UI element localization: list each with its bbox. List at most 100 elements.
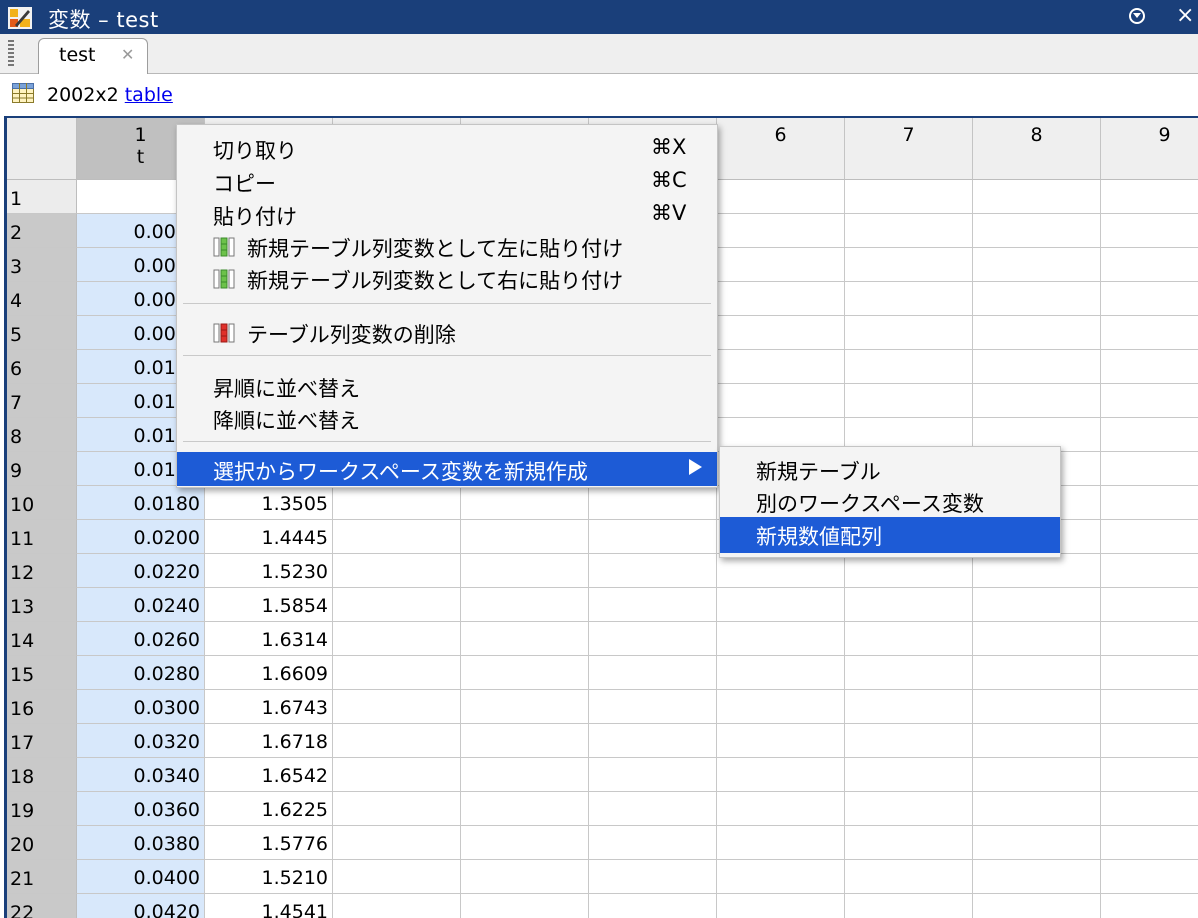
table-cell[interactable] <box>717 656 845 690</box>
table-cell[interactable] <box>589 826 717 860</box>
column-header-9[interactable]: 9 <box>1101 118 1198 180</box>
column-header-7[interactable]: 7 <box>845 118 973 180</box>
row-header[interactable]: 3 <box>7 248 77 282</box>
table-cell[interactable] <box>1101 282 1198 316</box>
table-cell[interactable] <box>589 520 717 554</box>
table-cell[interactable]: 1.6718 <box>205 724 333 758</box>
table-cell[interactable] <box>1101 622 1198 656</box>
row-header[interactable]: 1 <box>7 180 77 214</box>
tab-test[interactable]: test ✕ <box>38 38 148 74</box>
menu-item-delete-column[interactable]: テーブル列変数の削除 <box>177 317 717 347</box>
table-cell[interactable] <box>333 520 461 554</box>
table-cell[interactable] <box>845 622 973 656</box>
table-cell[interactable] <box>461 554 589 588</box>
table-cell[interactable] <box>589 486 717 520</box>
menu-item-sort-ascending[interactable]: 昇順に並べ替え <box>177 371 717 401</box>
row-header[interactable]: 15 <box>7 656 77 690</box>
table-cell[interactable] <box>973 588 1101 622</box>
menu-item-copy[interactable]: コピー ⌘C <box>177 166 717 196</box>
table-cell[interactable] <box>973 316 1101 350</box>
table-cell[interactable]: 1.4445 <box>205 520 333 554</box>
table-cell[interactable] <box>973 894 1101 918</box>
table-cell[interactable] <box>973 758 1101 792</box>
table-cell[interactable] <box>717 724 845 758</box>
table-cell[interactable] <box>1101 452 1198 486</box>
table-cell[interactable]: 0.0220 <box>77 554 205 588</box>
row-header[interactable]: 17 <box>7 724 77 758</box>
table-cell[interactable]: 0.0360 <box>77 792 205 826</box>
table-cell[interactable] <box>333 792 461 826</box>
table-cell[interactable] <box>589 758 717 792</box>
table-cell[interactable] <box>973 248 1101 282</box>
grip-handle-icon[interactable] <box>8 40 14 66</box>
table-cell[interactable] <box>973 656 1101 690</box>
table-cell[interactable] <box>845 350 973 384</box>
row-header[interactable]: 18 <box>7 758 77 792</box>
table-cell[interactable] <box>845 792 973 826</box>
table-cell[interactable] <box>973 860 1101 894</box>
table-cell[interactable] <box>845 282 973 316</box>
table-cell[interactable]: 1.4541 <box>205 894 333 918</box>
row-header[interactable]: 9 <box>7 452 77 486</box>
table-cell[interactable] <box>461 860 589 894</box>
table-cell[interactable] <box>1101 792 1198 826</box>
table-cell[interactable] <box>717 214 845 248</box>
table-cell[interactable] <box>1101 860 1198 894</box>
table-cell[interactable] <box>333 758 461 792</box>
table-cell[interactable] <box>973 282 1101 316</box>
table-cell[interactable] <box>717 826 845 860</box>
row-header[interactable]: 12 <box>7 554 77 588</box>
table-cell[interactable] <box>461 656 589 690</box>
table-cell[interactable] <box>1101 180 1198 214</box>
grid-corner[interactable] <box>7 118 77 180</box>
row-header[interactable]: 13 <box>7 588 77 622</box>
row-header[interactable]: 7 <box>7 384 77 418</box>
table-cell[interactable] <box>589 656 717 690</box>
row-header[interactable]: 2 <box>7 214 77 248</box>
table-cell[interactable] <box>717 282 845 316</box>
table-cell[interactable] <box>1101 520 1198 554</box>
menu-item-sort-descending[interactable]: 降順に並べ替え <box>177 403 717 433</box>
table-cell[interactable] <box>845 894 973 918</box>
table-cell[interactable] <box>333 486 461 520</box>
table-cell[interactable] <box>461 894 589 918</box>
table-cell[interactable] <box>461 724 589 758</box>
table-cell[interactable]: 0.0180 <box>77 486 205 520</box>
table-cell[interactable] <box>973 384 1101 418</box>
table-cell[interactable] <box>717 248 845 282</box>
row-header[interactable]: 4 <box>7 282 77 316</box>
table-cell[interactable]: 0.0300 <box>77 690 205 724</box>
table-cell[interactable] <box>461 622 589 656</box>
table-cell[interactable] <box>973 214 1101 248</box>
row-header[interactable]: 5 <box>7 316 77 350</box>
table-cell[interactable] <box>845 316 973 350</box>
row-header[interactable]: 21 <box>7 860 77 894</box>
table-cell[interactable] <box>461 758 589 792</box>
menu-item-paste-right[interactable]: 新規テーブル列変数として右に貼り付け <box>177 263 717 293</box>
table-cell[interactable] <box>973 826 1101 860</box>
table-cell[interactable] <box>1101 588 1198 622</box>
menu-item-new-variable-from-selection[interactable]: 選択からワークスペース変数を新規作成 <box>177 452 717 486</box>
table-cell[interactable] <box>1101 214 1198 248</box>
table-cell[interactable] <box>1101 384 1198 418</box>
table-cell[interactable]: 0.0340 <box>77 758 205 792</box>
table-cell[interactable] <box>1101 554 1198 588</box>
table-cell[interactable]: 1.5210 <box>205 860 333 894</box>
table-cell[interactable]: 1.6743 <box>205 690 333 724</box>
table-cell[interactable] <box>845 214 973 248</box>
tab-close-icon[interactable]: ✕ <box>121 45 134 64</box>
table-cell[interactable]: 1.3505 <box>205 486 333 520</box>
table-cell[interactable] <box>717 860 845 894</box>
table-cell[interactable] <box>717 792 845 826</box>
table-cell[interactable] <box>1101 690 1198 724</box>
table-cell[interactable] <box>845 826 973 860</box>
table-cell[interactable]: 0.0420 <box>77 894 205 918</box>
row-header[interactable]: 14 <box>7 622 77 656</box>
table-cell[interactable] <box>1101 418 1198 452</box>
table-cell[interactable] <box>845 860 973 894</box>
table-cell[interactable] <box>333 826 461 860</box>
table-cell[interactable]: 1.5776 <box>205 826 333 860</box>
table-cell[interactable] <box>333 690 461 724</box>
table-cell[interactable] <box>717 588 845 622</box>
table-cell[interactable] <box>973 180 1101 214</box>
